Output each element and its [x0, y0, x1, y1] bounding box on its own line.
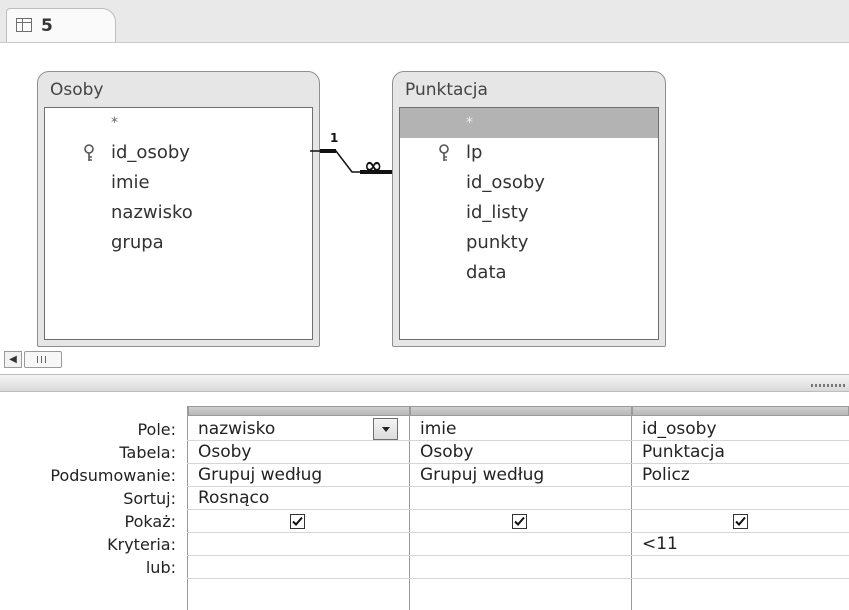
query-tab[interactable]: 5: [6, 8, 116, 42]
field-punkty[interactable]: punkty: [400, 228, 658, 258]
table-punktacja-title: Punktacja: [405, 80, 488, 100]
cell-kryteria-1[interactable]: [193, 533, 403, 556]
cell-sortuj-1[interactable]: Rosnąco: [193, 487, 403, 510]
primary-key-icon: [84, 144, 94, 161]
field-grupa[interactable]: grupa: [45, 228, 312, 258]
query-icon: [16, 18, 32, 32]
field-data[interactable]: data: [400, 258, 658, 288]
cell-podsumowanie-1[interactable]: Grupuj według: [193, 464, 403, 487]
primary-key-icon: [439, 144, 449, 161]
column-selector-3[interactable]: [632, 406, 849, 416]
row-label-pole: Pole:: [137, 420, 176, 439]
field-all[interactable]: *: [45, 108, 312, 138]
field-id-listy[interactable]: id_listy: [400, 198, 658, 228]
relationship-many-label: ∞: [364, 154, 383, 179]
field-imie[interactable]: imie: [45, 168, 312, 198]
column-selector-1[interactable]: [188, 406, 410, 416]
splitter-grip-icon[interactable]: [811, 384, 845, 387]
query-design-grid: Pole: Tabela: Podsumowanie: Sortuj: Poka…: [0, 392, 849, 610]
table-punktacja[interactable]: Punktacja * lp id_osoby id_listy punkty …: [392, 71, 666, 347]
show-checkbox-1[interactable]: [290, 514, 305, 529]
diagram-horizontal-scrollbar[interactable]: ◀: [0, 349, 849, 371]
pane-splitter[interactable]: [0, 374, 849, 392]
table-osoby[interactable]: Osoby * id_osoby imie nazwisko grupa: [37, 71, 320, 347]
cell-podsumowanie-3[interactable]: Policz: [637, 464, 847, 487]
cell-kryteria-2[interactable]: [415, 533, 625, 556]
table-osoby-title: Osoby: [50, 80, 104, 100]
row-label-podsumowanie: Podsumowanie:: [50, 466, 176, 485]
field-dropdown-button[interactable]: [373, 418, 398, 440]
row-label-sortuj: Sortuj:: [123, 489, 176, 508]
field-nazwisko[interactable]: nazwisko: [45, 198, 312, 228]
field-id-osoby[interactable]: id_osoby: [400, 168, 658, 198]
row-label-tabela: Tabela:: [119, 443, 176, 462]
checkmark-icon: [514, 516, 525, 526]
grid-line: [409, 406, 410, 610]
field-label: id_osoby: [111, 142, 190, 163]
cell-kryteria-3[interactable]: <11: [637, 533, 847, 556]
show-checkbox-3[interactable]: [733, 514, 748, 529]
query-tab-label: 5: [41, 16, 53, 36]
row-label-lub: lub:: [145, 558, 176, 577]
cell-pole-2[interactable]: imie: [415, 418, 625, 441]
cell-lub-1[interactable]: [193, 556, 403, 579]
table-osoby-field-list[interactable]: * id_osoby imie nazwisko grupa: [44, 107, 313, 340]
cell-tabela-3[interactable]: Punktacja: [637, 441, 847, 464]
show-checkbox-2[interactable]: [512, 514, 527, 529]
field-all[interactable]: *: [400, 108, 658, 138]
field-label: lp: [466, 142, 483, 163]
scroll-left-button[interactable]: ◀: [4, 351, 22, 368]
field-id-osoby[interactable]: id_osoby: [45, 138, 312, 168]
document-tab-strip: 5: [0, 0, 849, 43]
checkmark-icon: [292, 516, 303, 526]
cell-lub-2[interactable]: [415, 556, 625, 579]
table-punktacja-field-list[interactable]: * lp id_osoby id_listy punkty data: [399, 107, 659, 340]
cell-tabela-1[interactable]: Osoby: [193, 441, 403, 464]
cell-podsumowanie-2[interactable]: Grupuj według: [415, 464, 625, 487]
cell-sortuj-2[interactable]: [415, 487, 625, 510]
cell-pole-3[interactable]: id_osoby: [637, 418, 847, 441]
field-lp[interactable]: lp: [400, 138, 658, 168]
cell-sortuj-3[interactable]: [637, 487, 847, 510]
cell-pole-1[interactable]: nazwisko: [193, 418, 373, 441]
cell-tabela-2[interactable]: Osoby: [415, 441, 625, 464]
row-label-pokaz: Pokaż:: [124, 512, 176, 531]
scroll-thumb[interactable]: [24, 351, 62, 368]
query-diagram-pane: Osoby * id_osoby imie nazwisko grupa 1 ∞: [0, 43, 849, 348]
cell-lub-3[interactable]: [637, 556, 847, 579]
relationship-one-label: 1: [330, 131, 339, 145]
grid-line: [187, 406, 188, 610]
column-selector-2[interactable]: [410, 406, 632, 416]
checkmark-icon: [735, 516, 746, 526]
grid-line: [631, 406, 632, 610]
row-label-kryteria: Kryteria:: [107, 535, 176, 554]
